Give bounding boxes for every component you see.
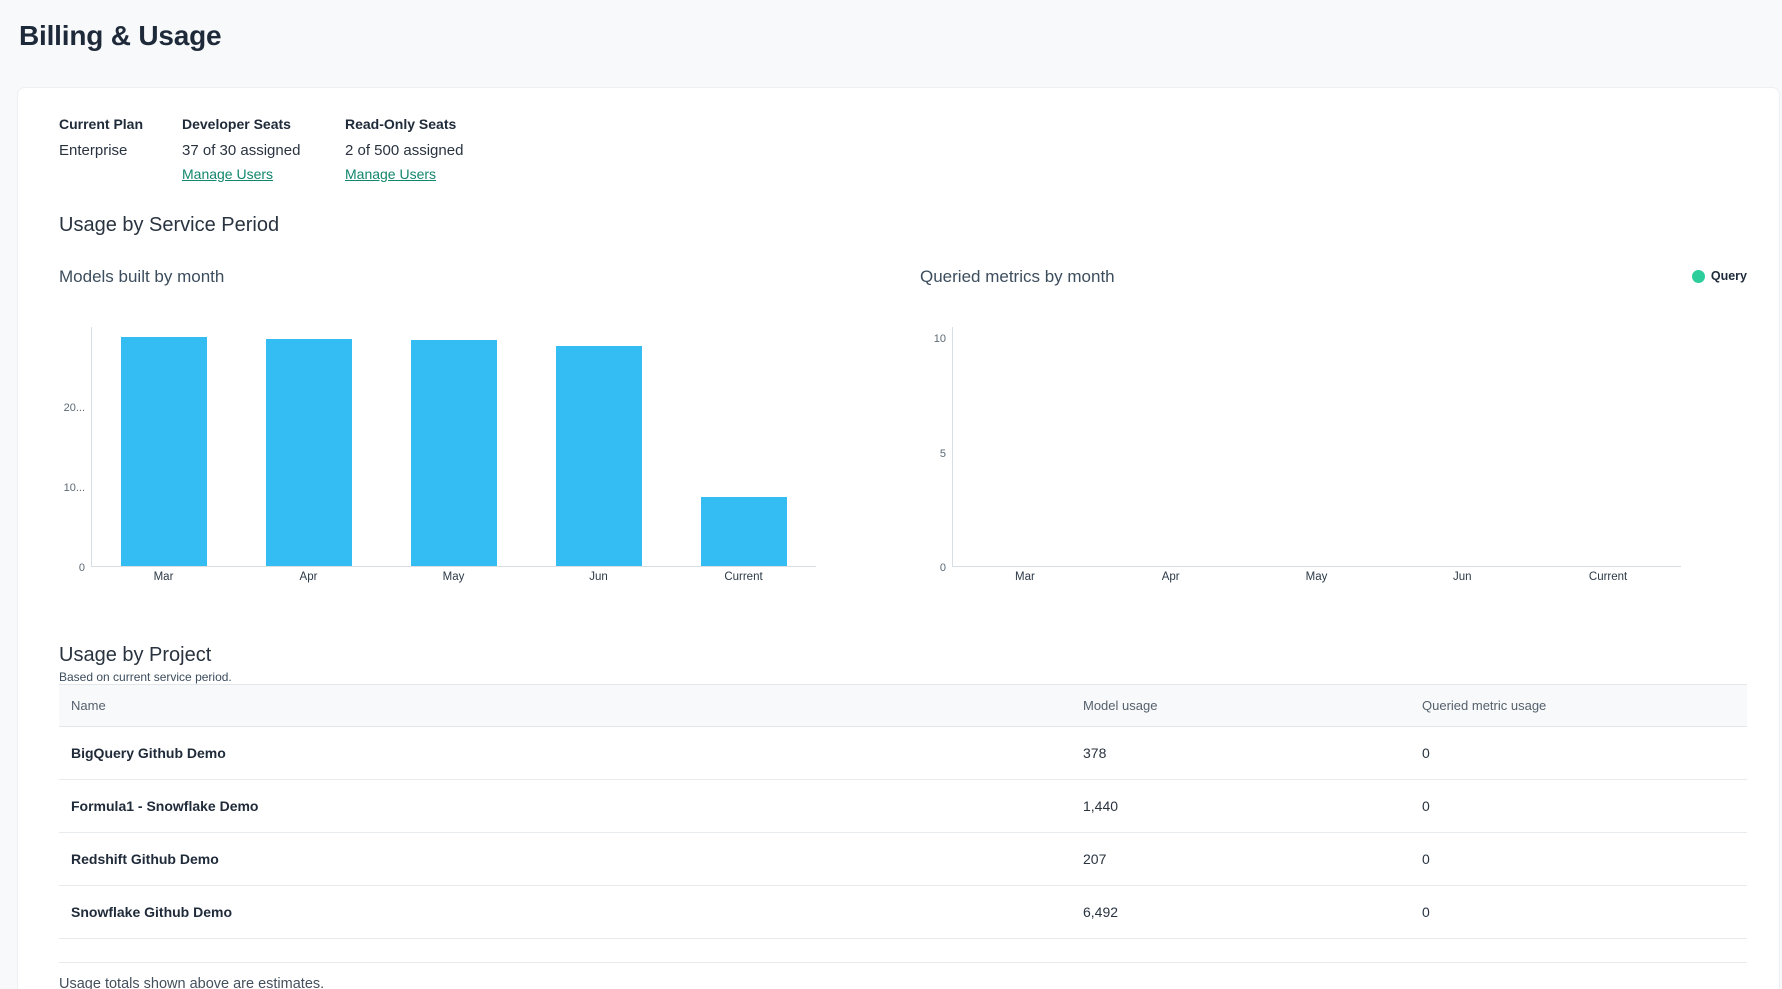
readonly-seats-label: Read-Only Seats (345, 116, 463, 132)
x-axis-label: Jun (1389, 571, 1535, 583)
y-axis-tick: 20... (64, 402, 85, 414)
table-empty-row (59, 939, 1747, 963)
chart-plot (91, 327, 816, 567)
queried-usage-cell: 0 (1422, 798, 1747, 814)
table-row: BigQuery Github Demo3780 (59, 727, 1747, 780)
bar-slot (382, 340, 527, 566)
bar-may (411, 340, 497, 566)
bar-apr (266, 339, 352, 566)
project-name-cell: Snowflake Github Demo (59, 904, 1083, 920)
bar-slot (237, 339, 382, 566)
bar-slot (671, 497, 816, 566)
y-axis: 010...20... (59, 327, 88, 567)
current-plan-label: Current Plan (59, 116, 182, 132)
chart-plot-area: 0 5 10 MarAprMayJunCurrent (920, 327, 1681, 583)
table-row: Formula1 - Snowflake Demo1,4400 (59, 780, 1747, 833)
x-axis: MarAprMayJunCurrent (91, 571, 816, 583)
queried-usage-cell: 0 (1422, 851, 1747, 867)
legend-dot-icon (1692, 270, 1705, 283)
usage-by-service-period-title: Usage by Service Period (59, 214, 279, 237)
bar-slot (526, 346, 671, 566)
queried-usage-cell: 0 (1422, 745, 1747, 761)
x-axis-label: May (1244, 571, 1390, 583)
manage-users-link-readonly[interactable]: Manage Users (345, 166, 436, 182)
project-name-cell: Formula1 - Snowflake Demo (59, 798, 1083, 814)
x-axis-label: Mar (91, 571, 236, 583)
legend-query[interactable]: Query (1692, 269, 1747, 283)
usage-estimates-footnote: Usage totals shown above are estimates. (59, 976, 324, 989)
chart-plot-area: 0 10... 20... MarAprMayJunCurrent (59, 327, 816, 583)
y-axis: 0510 (920, 327, 949, 567)
page-title: Billing & Usage (19, 20, 221, 52)
y-axis-tick: 0 (940, 562, 946, 574)
x-axis-label: Current (671, 571, 816, 583)
x-axis-label: Apr (1098, 571, 1244, 583)
y-axis-tick: 10... (64, 482, 85, 494)
developer-seats-column: Developer Seats 37 of 30 assigned Manage… (182, 116, 345, 184)
bar-slot (92, 337, 237, 566)
usage-by-project-title: Usage by Project (59, 644, 1747, 666)
models-built-chart: Models built by month 0 10... 20... MarApr… (59, 267, 816, 583)
queried-metrics-chart: Queried metrics by month 0 5 10 MarAprMayJ… (920, 267, 1681, 583)
manage-users-link-developer[interactable]: Manage Users (182, 166, 273, 182)
current-plan-value: Enterprise (59, 142, 182, 159)
table-row: Redshift Github Demo2070 (59, 833, 1747, 886)
model-usage-cell: 1,440 (1083, 798, 1422, 814)
project-usage-table: NameModel usageQueried metric usage BigQ… (59, 684, 1747, 963)
x-axis-label: Jun (526, 571, 671, 583)
column-header-name: Name (59, 698, 1083, 713)
plan-summary: Current Plan Enterprise Developer Seats … (59, 116, 463, 184)
charts-row: Models built by month 010...20... MarApr… (59, 267, 1747, 602)
table-body: BigQuery Github Demo3780Formula1 - Snowf… (59, 727, 1747, 939)
model-usage-cell: 378 (1083, 745, 1422, 761)
legend-label: Query (1711, 269, 1747, 283)
table-header-row: NameModel usageQueried metric usage (59, 685, 1747, 727)
readonly-seats-column: Read-Only Seats 2 of 500 assigned Manage… (345, 116, 463, 184)
y-axis-tick: 5 (940, 448, 946, 460)
project-name-cell: BigQuery Github Demo (59, 745, 1083, 761)
readonly-seats-value: 2 of 500 assigned (345, 142, 463, 159)
bar-jun (556, 346, 642, 566)
model-usage-cell: 6,492 (1083, 904, 1422, 920)
x-axis-label: Current (1535, 571, 1681, 583)
developer-seats-value: 37 of 30 assigned (182, 142, 345, 159)
x-axis-label: Mar (952, 571, 1098, 583)
x-axis-label: May (381, 571, 526, 583)
bar-mar (121, 337, 207, 566)
bar-current (701, 497, 787, 566)
chart-title-models-built: Models built by month (59, 267, 816, 289)
column-header-model-usage: Model usage (1083, 698, 1422, 713)
x-axis: MarAprMayJunCurrent (952, 571, 1681, 583)
project-name-cell: Redshift Github Demo (59, 851, 1083, 867)
usage-by-project-subtitle: Based on current service period. (59, 670, 1747, 684)
x-axis-label: Apr (236, 571, 381, 583)
chart-title-queried-metrics: Queried metrics by month (920, 267, 1681, 289)
current-plan-column: Current Plan Enterprise (59, 116, 182, 184)
usage-by-project-section: Usage by Project Based on current servic… (59, 644, 1747, 963)
column-header-queried-metric-usage: Queried metric usage (1422, 698, 1747, 713)
model-usage-cell: 207 (1083, 851, 1422, 867)
billing-card: Current Plan Enterprise Developer Seats … (17, 87, 1780, 989)
chart-plot (952, 327, 1681, 567)
queried-usage-cell: 0 (1422, 904, 1747, 920)
developer-seats-label: Developer Seats (182, 116, 345, 132)
table-row: Snowflake Github Demo6,4920 (59, 886, 1747, 939)
y-axis-tick: 0 (79, 562, 85, 574)
y-axis-tick: 10 (934, 333, 946, 345)
